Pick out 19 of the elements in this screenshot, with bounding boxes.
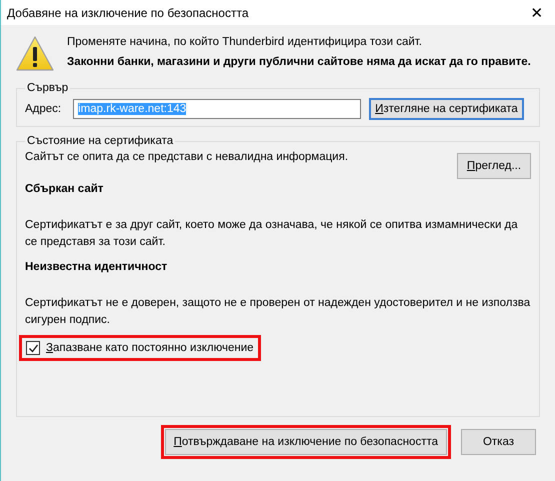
warning-message: Променяте начина, по който Thunderbird идентифицира този сайт.	[67, 36, 423, 48]
get-certificate-button[interactable]: Изтегляне на сертификата	[369, 98, 524, 120]
status-summary: Сайтът се опита да се представи с невалидна информация.	[25, 151, 348, 163]
section-text: Сертификатът не е доверен, защото не е проверен от надежден удостоверител и не използва сигурен подпис.	[25, 296, 531, 328]
section-heading: Неизвестна идентичност	[25, 261, 168, 273]
checkbox[interactable]	[26, 341, 40, 355]
warning-note: Законни банки, магазини и други публични сайтове няма да искат да го правите.	[67, 56, 531, 68]
section-heading: Сбъркан сайт	[25, 183, 104, 195]
window-title: Добавяне на изключение по безопасността	[7, 6, 249, 20]
address-label: Адрес:	[25, 103, 62, 115]
group-legend: Сървър	[25, 82, 70, 94]
checkbox-label[interactable]: Запазване като постоянно изключение	[46, 342, 254, 354]
dialog-button[interactable]: Отказ	[461, 429, 536, 455]
dialog-button[interactable]: Потвърждаване на изключение по безопасността	[164, 429, 447, 455]
view-button[interactable]: Преглед...	[457, 153, 531, 179]
group-legend: Състояние на сертификата	[25, 135, 176, 147]
close-button[interactable]: ✕	[519, 0, 555, 25]
section-text: Сертификатът е за друг сайт, което може да означава, че някой се опитва измамнически да се представя за този сайт.	[25, 218, 519, 250]
warning-icon	[16, 36, 54, 72]
